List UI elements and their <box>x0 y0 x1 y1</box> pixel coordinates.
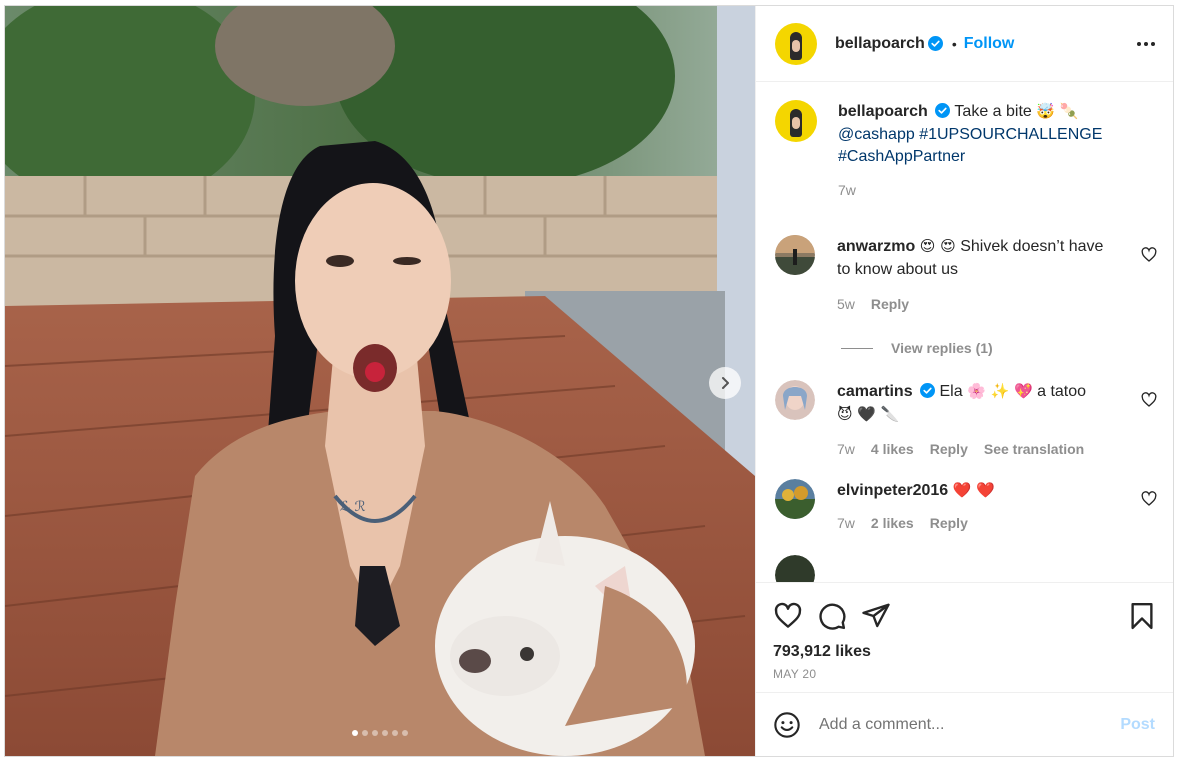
avatar[interactable] <box>775 235 815 275</box>
follow-button[interactable]: Follow <box>964 35 1015 53</box>
post-date[interactable]: MAY 20 <box>773 667 1157 681</box>
mention-link[interactable]: @cashapp <box>838 126 915 143</box>
verified-badge-icon <box>920 383 936 398</box>
comment-time[interactable]: 7w <box>837 438 855 461</box>
bookmark-icon[interactable] <box>1127 601 1157 631</box>
verified-badge-icon <box>935 103 951 118</box>
like-comment-heart-icon[interactable] <box>1141 491 1157 507</box>
carousel-dot <box>372 730 378 736</box>
header-separator: • <box>951 35 957 52</box>
comment-input[interactable] <box>819 715 1121 734</box>
avatar[interactable] <box>775 380 815 420</box>
caption: bellapoarch Take a bite 🤯 🍡 @cashapp #1U… <box>775 100 1157 201</box>
see-translation-button[interactable]: See translation <box>984 438 1084 461</box>
comment-emoji: 🌸 ✨ 💖 <box>967 382 1033 400</box>
comment-item: anwarzmo 😍 😍 Shivek doesn’t have to know… <box>775 235 1157 316</box>
add-comment-bar: Post <box>756 692 1173 756</box>
avatar[interactable] <box>775 555 815 582</box>
carousel-dot <box>392 730 398 736</box>
share-paper-plane-icon[interactable] <box>861 601 891 631</box>
comment-item: camartins Ela 🌸 ✨ 💖 a tatoo 😈 🖤 🔪 7w 4 l… <box>775 380 1157 461</box>
comment-emoji: 😍 😍 <box>919 237 956 255</box>
comment-item: elvinpeter2016 ❤️ ❤️ 7w 2 likes Reply <box>775 479 1157 535</box>
avatar[interactable] <box>775 22 817 65</box>
carousel-dot <box>352 730 358 736</box>
comment-text: a tatoo <box>1037 383 1087 400</box>
avatar[interactable] <box>775 100 817 142</box>
caption-time[interactable]: 7w <box>838 179 856 202</box>
view-replies-label: View replies (1) <box>891 340 993 356</box>
comment-likes[interactable]: 2 likes <box>871 512 914 535</box>
author-block: bellapoarch • Follow <box>835 35 1014 53</box>
chevron-right-icon <box>722 377 729 389</box>
comment-time[interactable]: 5w <box>837 293 855 316</box>
comments-list[interactable]: bellapoarch Take a bite 🤯 🍡 @cashapp #1U… <box>756 82 1173 582</box>
post-header: bellapoarch • Follow <box>756 6 1173 82</box>
post-dialog: ℒ ℛ bellapoarch • Follow bellapoarch Tak… <box>4 5 1174 757</box>
reply-button[interactable]: Reply <box>930 512 968 535</box>
like-comment-heart-icon[interactable] <box>1141 247 1157 263</box>
post-comment-button[interactable]: Post <box>1120 716 1155 734</box>
post-photo: ℒ ℛ <box>5 6 755 756</box>
hashtag-link[interactable]: #1UPSOURCHALLENGE <box>919 126 1102 143</box>
reply-button[interactable]: Reply <box>930 438 968 461</box>
comment-item <box>775 555 1157 582</box>
carousel-next-button[interactable] <box>709 367 741 399</box>
caption-username[interactable]: bellapoarch <box>838 103 928 120</box>
like-comment-heart-icon[interactable] <box>1141 392 1157 408</box>
comment-username[interactable]: elvinpeter2016 <box>837 482 948 499</box>
verified-badge-icon <box>927 36 943 51</box>
carousel-dot <box>382 730 388 736</box>
post-sidebar: bellapoarch • Follow bellapoarch Take a … <box>755 6 1173 756</box>
view-replies-button[interactable]: View replies (1) <box>841 340 1157 356</box>
comment-text: Ela <box>939 383 963 400</box>
reply-button[interactable]: Reply <box>871 293 909 316</box>
comment-username[interactable]: camartins <box>837 383 913 400</box>
caption-emoji: 🤯 🍡 <box>1036 102 1079 120</box>
post-actions: 793,912 likes MAY 20 <box>756 582 1173 692</box>
avatar[interactable] <box>775 479 815 519</box>
comment-username[interactable]: anwarzmo <box>837 238 915 255</box>
carousel-dot <box>402 730 408 736</box>
comment-emoji: 😈 🖤 🔪 <box>837 405 900 423</box>
likes-count[interactable]: 793,912 likes <box>773 643 1157 661</box>
emoji-picker-icon[interactable] <box>773 711 801 739</box>
more-options-icon[interactable] <box>1135 36 1157 52</box>
carousel-dot <box>362 730 368 736</box>
author-username[interactable]: bellapoarch <box>835 35 925 53</box>
comment-emoji: ❤️ ❤️ <box>952 481 995 499</box>
hashtag-link[interactable]: #CashAppPartner <box>838 148 965 165</box>
comment-likes[interactable]: 4 likes <box>871 438 914 461</box>
carousel-indicators <box>5 730 755 736</box>
comment-time[interactable]: 7w <box>837 512 855 535</box>
svg-text:ℒ ℛ: ℒ ℛ <box>340 499 366 515</box>
caption-text: Take a bite <box>954 103 1032 120</box>
post-media[interactable]: ℒ ℛ <box>5 6 755 756</box>
like-heart-icon[interactable] <box>773 601 803 631</box>
comment-bubble-icon[interactable] <box>817 601 847 631</box>
